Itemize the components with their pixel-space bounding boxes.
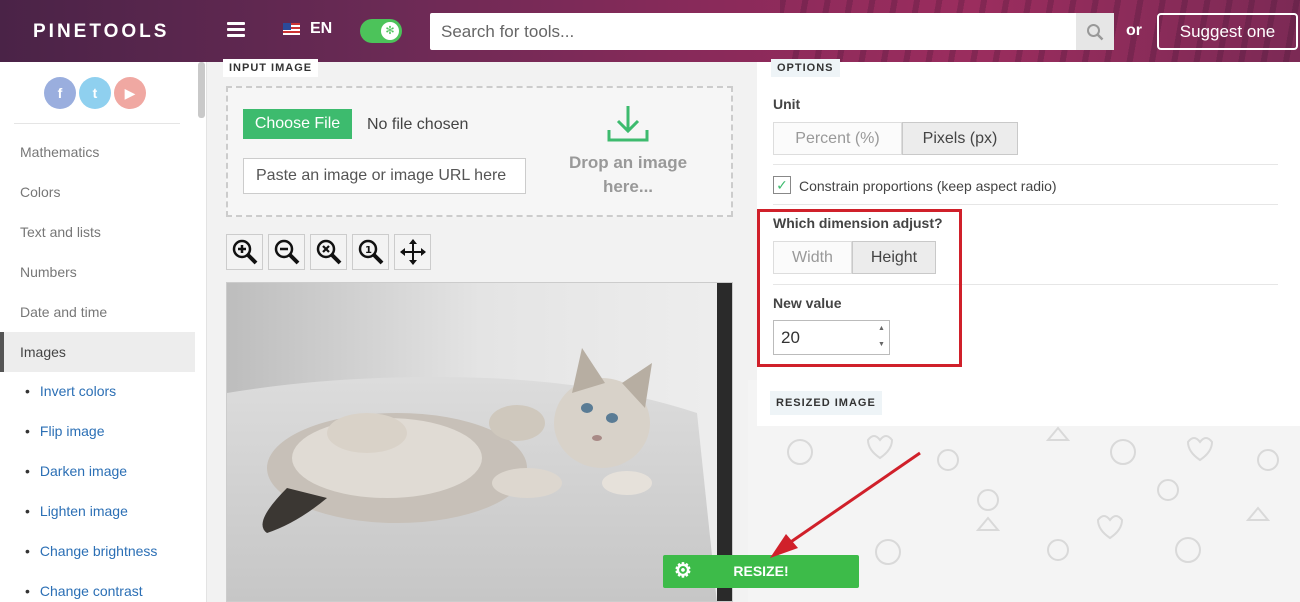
drop-text-line1: Drop an image	[568, 153, 688, 172]
zoom-reset-icon	[316, 239, 341, 265]
sidebar-subitem-change-contrast[interactable]: Change contrast	[25, 583, 143, 599]
twitter-icon[interactable]: t	[79, 77, 111, 109]
move-button[interactable]	[394, 234, 431, 270]
theme-toggle[interactable]: ✻	[360, 19, 402, 43]
input-image-preview[interactable]	[226, 282, 733, 602]
sidebar-item-text-and-lists[interactable]: Text and lists	[0, 212, 195, 252]
sidebar-item-numbers[interactable]: Numbers	[0, 252, 195, 292]
kitten-photo	[227, 283, 732, 601]
divider	[14, 123, 180, 124]
options-tab: OPTIONS	[771, 59, 840, 77]
no-file-text: No file chosen	[367, 116, 469, 133]
gear-icon: ✻	[381, 22, 399, 40]
sidebar-subitem-invert-colors[interactable]: Invert colors	[25, 383, 116, 399]
resize-button-label: RESIZE!	[733, 563, 789, 579]
facebook-icon[interactable]: f	[44, 77, 76, 109]
zoom-in-icon	[232, 239, 257, 265]
sidebar-subitem-change-brightness[interactable]: Change brightness	[25, 543, 158, 559]
sidebar-item-mathematics[interactable]: Mathematics	[0, 132, 195, 172]
site-logo[interactable]: PINETOOLS	[33, 21, 169, 43]
sidebar-subitem-flip-image[interactable]: Flip image	[25, 423, 105, 439]
drop-text-line2: here...	[602, 177, 654, 196]
annotation-arrow-icon	[770, 451, 921, 558]
us-flag-icon	[283, 23, 300, 35]
unit-percent-button[interactable]: Percent (%)	[773, 122, 902, 155]
constrain-checkbox[interactable]: ✓	[773, 176, 791, 194]
sidebar-scrollbar[interactable]	[198, 62, 205, 118]
drop-image-text: Drop an image here...	[553, 151, 703, 199]
download-icon	[607, 106, 649, 142]
suggest-one-button[interactable]: Suggest one	[1157, 13, 1298, 50]
move-arrows-icon	[399, 239, 426, 265]
search-icon	[1087, 23, 1104, 40]
divider	[773, 164, 1278, 165]
social-links: f t ▶	[44, 77, 146, 109]
divider	[773, 204, 1278, 205]
youtube-icon[interactable]: ▶	[114, 77, 146, 109]
paste-url-input[interactable]	[243, 158, 526, 194]
resized-image-tab: RESIZED IMAGE	[770, 391, 882, 415]
zoom-out-button[interactable]	[268, 234, 305, 270]
zoom-in-button[interactable]	[226, 234, 263, 270]
gear-icon: ⚙	[674, 560, 692, 582]
search-button[interactable]	[1076, 13, 1114, 50]
sidebar-item-colors[interactable]: Colors	[0, 172, 195, 212]
language-code: EN	[310, 20, 333, 37]
svg-text:1: 1	[365, 245, 372, 256]
search-input[interactable]	[430, 13, 1070, 50]
zoom-fit-button[interactable]	[310, 234, 347, 270]
input-image-tab: INPUT IMAGE	[223, 59, 319, 77]
unit-pixels-button[interactable]: Pixels (px)	[902, 122, 1018, 155]
unit-label: Unit	[773, 96, 801, 112]
or-text: or	[1126, 22, 1142, 39]
zoom-one-to-one-icon: 1	[358, 239, 383, 265]
zoom-out-icon	[274, 239, 299, 265]
hamburger-menu-icon[interactable]	[227, 22, 245, 38]
choose-file-button[interactable]: Choose File	[243, 109, 352, 139]
sidebar-item-images[interactable]: Images	[0, 332, 195, 372]
search-bar	[430, 13, 1114, 50]
constrain-label[interactable]: Constrain proportions (keep aspect radio…	[799, 178, 1057, 194]
highlight-annotation-box	[757, 209, 962, 367]
language-selector[interactable]: EN	[283, 20, 332, 38]
zoom-actual-size-button[interactable]: 1	[352, 234, 389, 270]
sidebar-subitem-darken-image[interactable]: Darken image	[25, 463, 127, 479]
sidebar-item-date-and-time[interactable]: Date and time	[0, 292, 195, 332]
sidebar-subitem-lighten-image[interactable]: Lighten image	[25, 503, 128, 519]
